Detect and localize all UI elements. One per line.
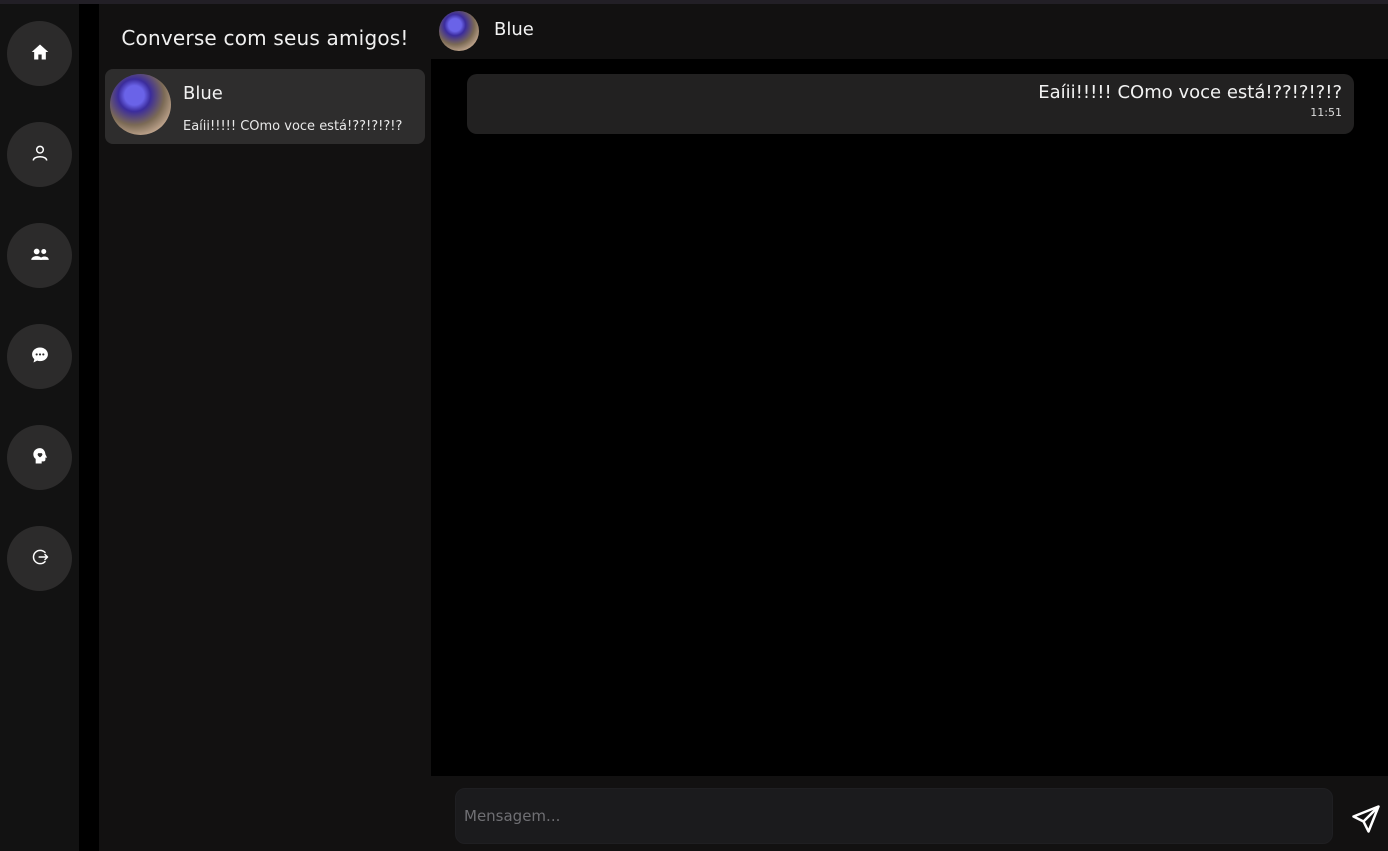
nav-profile-button[interactable] <box>7 122 72 187</box>
logout-icon <box>30 547 50 571</box>
chat-contact-name: Blue <box>494 19 534 40</box>
conversation-preview: Eaíii!!!!! COmo voce está!??!?!?!? <box>183 119 403 134</box>
nav-mind-button[interactable] <box>7 425 72 490</box>
conversation-list-title: Converse com seus amigos! <box>121 26 409 50</box>
message-time: 11:51 <box>1310 106 1342 119</box>
send-icon <box>1351 805 1381 838</box>
send-button[interactable] <box>1351 804 1381 834</box>
chat-header: Blue <box>431 4 1388 59</box>
user-icon <box>30 143 50 167</box>
chat-icon <box>30 345 50 369</box>
rail-divider <box>79 4 99 851</box>
mind-icon <box>30 446 50 470</box>
avatar <box>439 11 479 51</box>
nav-logout-button[interactable] <box>7 526 72 591</box>
nav-friends-button[interactable] <box>7 223 72 288</box>
conversation-name: Blue <box>183 83 223 104</box>
message-text: Eaíii!!!!! COmo voce está!??!?!?!? <box>1038 82 1342 103</box>
avatar <box>110 74 171 135</box>
conversation-list-panel: Converse com seus amigos! Blue Eaíii!!!!… <box>99 4 431 851</box>
nav-chat-button[interactable] <box>7 324 72 389</box>
sidebar-nav <box>0 4 79 851</box>
nav-home-button[interactable] <box>7 21 72 86</box>
message-bubble: Eaíii!!!!! COmo voce está!??!?!?!? 11:51 <box>467 74 1354 134</box>
message-composer <box>431 776 1388 851</box>
users-icon <box>30 244 50 268</box>
conversation-item[interactable]: Blue Eaíii!!!!! COmo voce está!??!?!?!? <box>105 69 425 144</box>
message-input[interactable] <box>455 788 1333 844</box>
message-list: Eaíii!!!!! COmo voce está!??!?!?!? 11:51 <box>431 59 1388 776</box>
chat-app: Converse com seus amigos! Blue Eaíii!!!!… <box>0 0 1388 851</box>
home-icon <box>30 42 50 66</box>
